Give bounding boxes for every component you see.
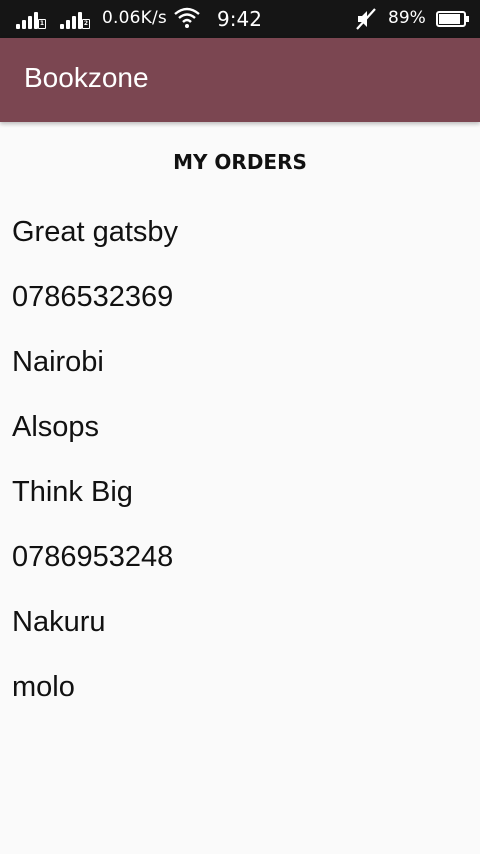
- signal-icon: 2: [60, 11, 90, 29]
- mute-icon: [356, 8, 376, 30]
- list-item: molo: [12, 671, 75, 703]
- list-item: Think Big: [12, 476, 133, 508]
- list-item: 0786532369: [12, 281, 174, 313]
- sim2-badge: 2: [82, 19, 90, 29]
- network-speed: 0.06K/s: [102, 8, 167, 28]
- wifi-icon: [174, 7, 200, 28]
- orders-list: Great gatsby 0786532369 Nairobi Alsops T…: [12, 212, 468, 732]
- clock: 9:42: [217, 7, 262, 31]
- list-item: Nakuru: [12, 606, 106, 638]
- list-item: Great gatsby: [12, 216, 179, 248]
- status-bar: 1 2 0.06K/s 9:42 89%: [0, 0, 480, 38]
- list-item: Nairobi: [12, 346, 104, 378]
- app-title: Bookzone: [24, 62, 149, 93]
- list-item: 0786953248: [12, 541, 174, 573]
- page-title: MY ORDERS: [173, 150, 307, 174]
- battery-percent: 89%: [388, 8, 426, 28]
- sim1-badge: 1: [38, 19, 46, 29]
- battery-icon: [436, 11, 469, 27]
- list-item: Alsops: [12, 411, 100, 443]
- signal-icon: 1: [16, 11, 46, 29]
- app-bar: Bookzone: [0, 38, 480, 122]
